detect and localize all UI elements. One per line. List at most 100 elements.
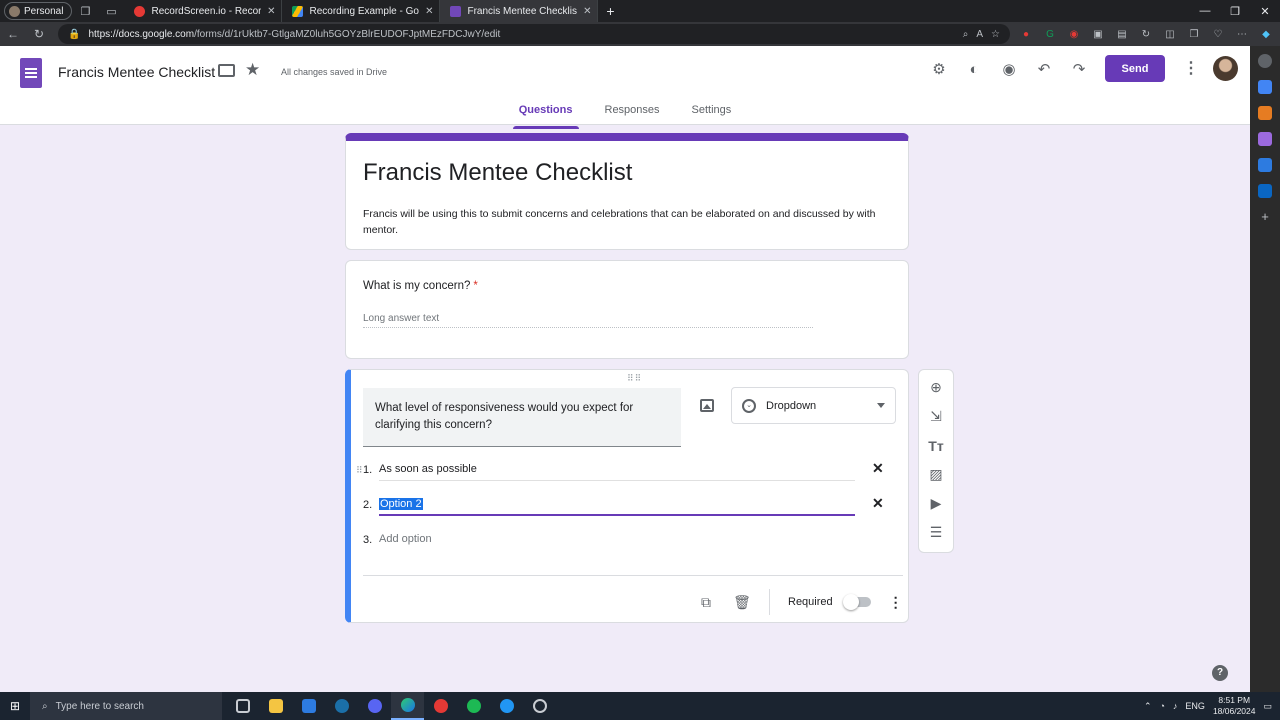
form-description[interactable]: Francis will be using this to submit con… — [363, 206, 893, 238]
add-image-icon[interactable]: ▨ — [926, 465, 946, 484]
option-drag-handle-icon[interactable]: ⠿ — [356, 465, 363, 476]
option-input[interactable]: As soon as possible — [379, 459, 855, 481]
option-input-focused[interactable]: Option 2 — [379, 494, 855, 516]
required-toggle[interactable] — [842, 594, 871, 610]
footer-separator — [769, 589, 770, 615]
redo-icon[interactable]: ↷ — [1068, 58, 1090, 80]
app-circle-icon[interactable] — [523, 692, 556, 720]
send-button[interactable]: Send — [1105, 55, 1165, 82]
add-question-icon[interactable]: ⊕ — [926, 378, 946, 397]
close-tab-icon[interactable]: ✕ — [267, 6, 275, 17]
add-option-row[interactable]: 3. Add option — [363, 529, 855, 551]
sidebar-tag-icon[interactable] — [1258, 80, 1272, 94]
extension-red-icon[interactable]: ● — [1016, 24, 1036, 44]
question-card-1[interactable]: What is my concern? * Long answer text — [345, 260, 909, 359]
maximize-icon[interactable]: ❐ — [1220, 5, 1250, 18]
question-card-2-active[interactable]: ⠿⠿ What level of responsiveness would yo… — [345, 369, 909, 623]
sidebar-office-icon[interactable] — [1258, 158, 1272, 172]
task-view-icon[interactable] — [226, 692, 259, 720]
new-tab-icon[interactable]: + — [598, 3, 622, 19]
tray-lang[interactable]: ENG — [1185, 701, 1205, 711]
question-more-icon[interactable]: ⋮ — [889, 594, 903, 611]
reload-icon[interactable]: ↻ — [26, 27, 52, 41]
grammarly-icon[interactable]: G — [1040, 24, 1060, 44]
undo-icon[interactable]: ↶ — [1033, 58, 1055, 80]
browser-essentials-icon[interactable]: ♡ — [1208, 24, 1228, 44]
mail-icon[interactable] — [292, 692, 325, 720]
delete-trash-icon[interactable]: 🗑 — [733, 594, 751, 611]
extension-record-icon[interactable]: ◉ — [1064, 24, 1084, 44]
collections-icon[interactable]: ❐ — [1184, 24, 1204, 44]
steam-icon[interactable] — [325, 692, 358, 720]
tab-settings[interactable]: Settings — [686, 104, 738, 122]
sidebar-add-icon[interactable]: + — [1258, 210, 1272, 224]
add-section-icon[interactable]: ☰ — [926, 523, 946, 542]
split-screen-icon[interactable]: ◫ — [1160, 24, 1180, 44]
workspaces-icon[interactable]: ❐ — [72, 0, 98, 22]
help-icon[interactable]: ? — [1212, 665, 1228, 681]
question-title-input[interactable]: What level of responsiveness would you e… — [363, 388, 681, 447]
file-explorer-icon[interactable] — [259, 692, 292, 720]
document-title[interactable]: Francis Mentee Checklist — [58, 64, 215, 80]
zoom-icon[interactable]: ⌕ — [963, 29, 969, 40]
app-red-icon[interactable] — [424, 692, 457, 720]
minimize-icon[interactable]: — — [1190, 5, 1220, 18]
notifications-icon[interactable]: ▭ — [1263, 701, 1272, 712]
tray-volume-icon[interactable]: ♪ — [1173, 701, 1178, 711]
remove-option-icon[interactable]: ✕ — [872, 495, 884, 512]
extension-refresh-icon[interactable]: ↻ — [1136, 24, 1156, 44]
discord-icon[interactable] — [358, 692, 391, 720]
add-video-icon[interactable]: ▶ — [926, 494, 946, 513]
duplicate-icon[interactable]: ⧉ — [697, 594, 715, 611]
edge-browser-icon[interactable] — [391, 692, 424, 720]
forms-logo-icon[interactable] — [20, 58, 42, 88]
addons-icon[interactable]: ⚙ — [928, 58, 950, 80]
spotify-icon[interactable] — [457, 692, 490, 720]
more-options-icon[interactable]: ⋮ — [1183, 58, 1199, 78]
extension-square-icon[interactable]: ▣ — [1088, 24, 1108, 44]
add-image-icon[interactable] — [700, 399, 714, 412]
palette-icon[interactable]: ◐ — [963, 58, 985, 80]
favorite-star-icon[interactable]: ☆ — [991, 29, 1000, 40]
add-title-description-icon[interactable]: Tт — [926, 436, 946, 455]
sidebar-search-icon[interactable] — [1258, 54, 1272, 68]
tray-chevron-icon[interactable]: ⌃ — [1144, 701, 1152, 712]
sidebar-games-icon[interactable] — [1258, 132, 1272, 146]
extension-gallery-icon[interactable]: ▤ — [1112, 24, 1132, 44]
star-icon[interactable]: ★ — [245, 60, 260, 80]
drag-handle-icon[interactable]: ⠿⠿ — [627, 373, 642, 384]
question-type-dropdown[interactable]: ⌄ Dropdown — [731, 387, 896, 424]
url-field[interactable]: 🔒 https://docs.google.com/forms/d/1rUktb… — [58, 24, 1010, 44]
close-tab-icon[interactable]: ✕ — [583, 6, 591, 17]
remove-option-icon[interactable]: ✕ — [872, 460, 884, 477]
profile-avatar — [9, 5, 20, 17]
edge-sidebar: + — [1250, 46, 1280, 692]
move-folder-icon[interactable] — [218, 64, 235, 77]
tab-questions[interactable]: Questions — [512, 104, 579, 129]
sidebar-tools-icon[interactable] — [1258, 106, 1272, 120]
form-title[interactable]: Francis Mentee Checklist — [363, 159, 632, 187]
browser-tab-forms[interactable]: Francis Mentee Checklist - Goog ✕ — [440, 0, 599, 22]
browser-menu-icon[interactable]: ⋯ — [1232, 24, 1252, 44]
tab-responses[interactable]: Responses — [599, 104, 666, 122]
form-title-card[interactable]: Francis Mentee Checklist Francis will be… — [345, 133, 909, 250]
back-icon[interactable]: ← — [0, 27, 26, 41]
browser-tab-drive[interactable]: Recording Example - Google Dri ✕ — [282, 0, 441, 22]
app-blue-icon[interactable] — [490, 692, 523, 720]
add-option-link[interactable]: Add option — [379, 529, 855, 551]
tab-actions-icon[interactable]: ▭ — [98, 0, 124, 22]
tray-clock[interactable]: 8:51 PM 18/06/2024 — [1213, 695, 1256, 717]
preview-eye-icon[interactable]: ◉ — [998, 58, 1020, 80]
import-questions-icon[interactable]: ⇲ — [926, 407, 946, 426]
account-avatar[interactable] — [1213, 56, 1238, 81]
browser-tab-recordscreen[interactable]: RecordScreen.io - Record y ✕ — [124, 0, 283, 22]
sidebar-outlook-icon[interactable] — [1258, 184, 1272, 198]
windows-start-icon[interactable]: ⊞ — [0, 699, 30, 713]
close-window-icon[interactable]: ✕ — [1250, 5, 1280, 18]
copilot-icon[interactable]: ◆ — [1256, 24, 1276, 44]
tray-network-icon[interactable]: ◔ — [1159, 701, 1164, 711]
taskbar-search[interactable]: ⌕ Type here to search — [30, 692, 222, 720]
close-tab-icon[interactable]: ✕ — [425, 6, 433, 17]
read-aloud-icon[interactable]: A — [976, 29, 983, 40]
browser-profile-button[interactable]: Personal — [4, 2, 73, 20]
